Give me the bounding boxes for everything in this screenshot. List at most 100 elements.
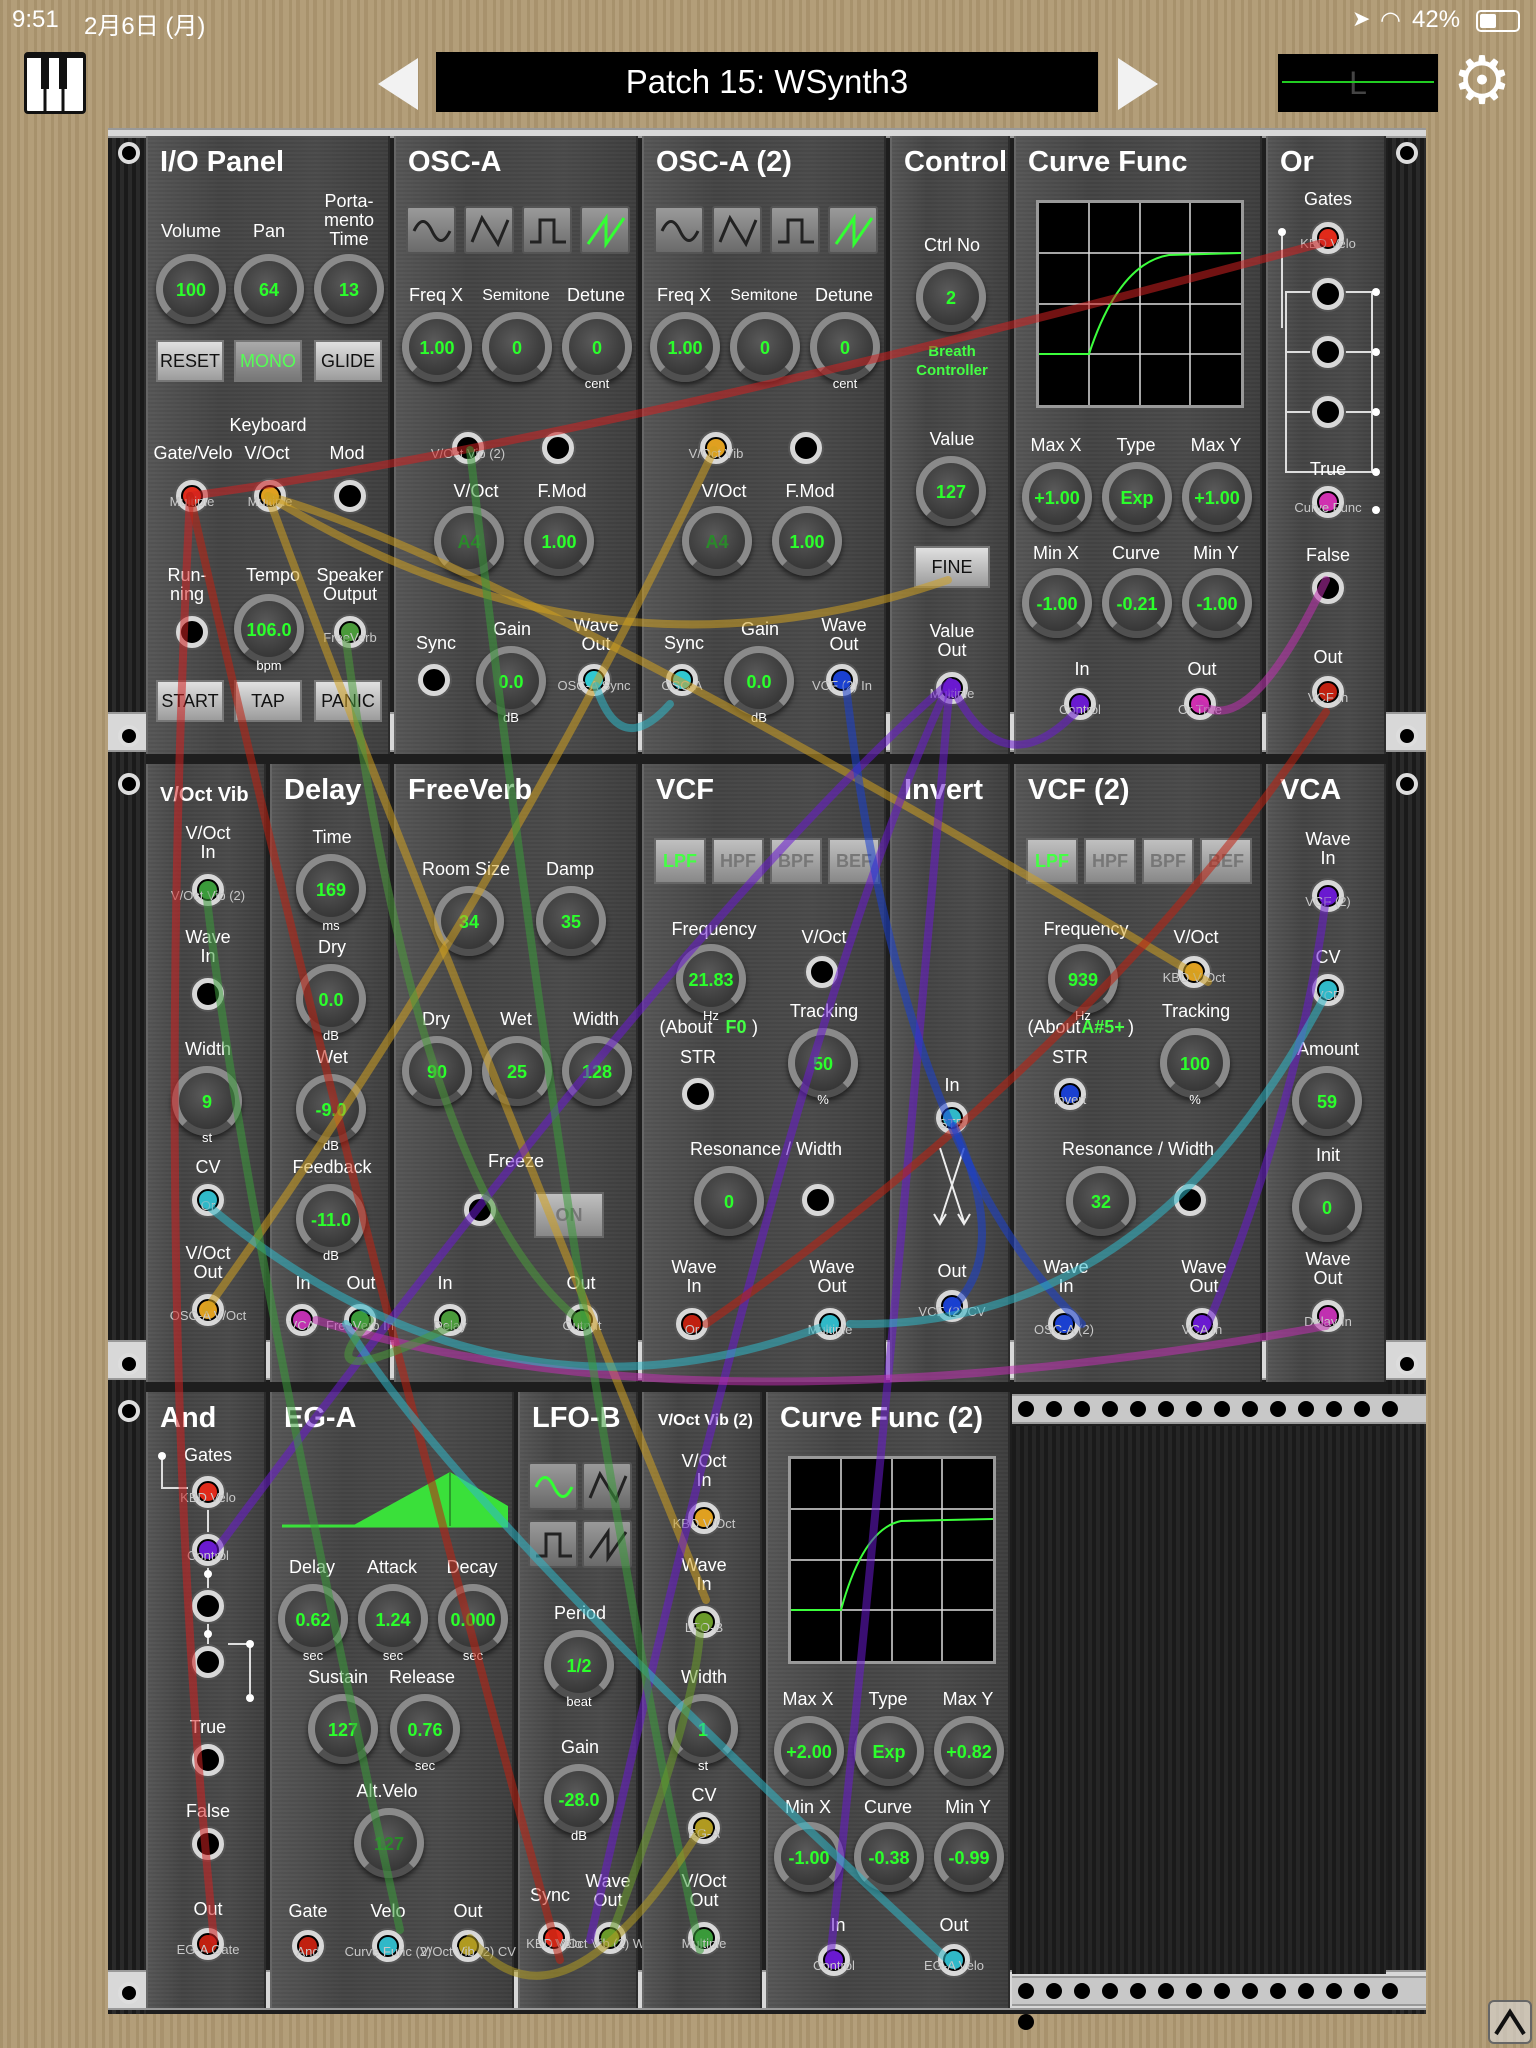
freq-x-knob[interactable]: 1.00 bbox=[402, 312, 472, 382]
width-knob[interactable]: 1st bbox=[668, 1694, 738, 1773]
wave-in-jack[interactable] bbox=[192, 978, 224, 1010]
gear-icon[interactable]: ⚙ bbox=[1452, 47, 1512, 113]
true-jack[interactable] bbox=[192, 1744, 224, 1776]
square-wave-button[interactable] bbox=[522, 206, 572, 254]
gain-knob[interactable]: 0.0 dB bbox=[476, 646, 546, 725]
max-y-knob[interactable]: +0.82 bbox=[934, 1716, 1004, 1786]
square-wave-button[interactable] bbox=[770, 206, 820, 254]
triangle-wave-button[interactable] bbox=[712, 206, 762, 254]
tempo-knob[interactable]: 106.0 bpm bbox=[234, 594, 304, 673]
type-knob[interactable]: Exp bbox=[854, 1716, 924, 1786]
max-x-knob[interactable]: +2.00 bbox=[774, 1716, 844, 1786]
volume-knob[interactable]: 100 bbox=[156, 254, 226, 324]
delay-knob[interactable]: 0.62 sec bbox=[278, 1584, 348, 1663]
tracking-knob[interactable]: 100% bbox=[1160, 1028, 1230, 1107]
ctrl-no-knob[interactable]: 2 bbox=[916, 262, 986, 332]
wet-knob[interactable]: 25 bbox=[482, 1036, 552, 1106]
frequency-knob[interactable]: 21.83 Hz bbox=[676, 944, 746, 1023]
voct-jack[interactable] bbox=[806, 956, 838, 988]
max-y-knob[interactable]: +1.00 bbox=[1182, 462, 1252, 532]
start-button[interactable]: START bbox=[156, 680, 224, 722]
dry-knob[interactable]: 0.0 dB bbox=[296, 964, 366, 1043]
fmod-knob[interactable]: 1.00 bbox=[772, 506, 842, 576]
freq-x-knob[interactable]: 1.00 bbox=[650, 312, 720, 382]
pan-knob[interactable]: 64 bbox=[234, 254, 304, 324]
gain-knob[interactable]: -28.0 dB bbox=[544, 1764, 614, 1843]
resonance-knob[interactable]: 32 bbox=[1066, 1166, 1136, 1236]
saw-wave-button[interactable] bbox=[580, 206, 630, 254]
sustain-knob[interactable]: 127 bbox=[308, 1694, 378, 1764]
sine-wave-button[interactable] bbox=[654, 206, 704, 254]
panic-button[interactable]: PANIC bbox=[314, 680, 382, 722]
tap-button[interactable]: TAP bbox=[234, 680, 302, 722]
semitone-knob[interactable]: 0 bbox=[730, 312, 800, 382]
voct-knob[interactable]: A4 bbox=[434, 506, 504, 576]
running-jack[interactable] bbox=[176, 616, 208, 648]
min-x-knob[interactable]: -1.00 bbox=[1022, 568, 1092, 638]
width-knob[interactable]: 9st bbox=[172, 1066, 242, 1145]
sine-wave-button[interactable] bbox=[406, 206, 456, 254]
square-wave-button[interactable] bbox=[528, 1520, 578, 1568]
type-knob[interactable]: Exp bbox=[1102, 462, 1172, 532]
false-jack[interactable] bbox=[192, 1828, 224, 1860]
sine-wave-button[interactable] bbox=[528, 1462, 578, 1510]
bef-button[interactable]: BEF bbox=[1200, 838, 1252, 884]
lpf-button[interactable]: LPF bbox=[654, 838, 706, 884]
resonance-cv-jack[interactable] bbox=[802, 1184, 834, 1216]
str-jack[interactable] bbox=[682, 1078, 714, 1110]
mono-button[interactable]: MONO bbox=[234, 340, 302, 382]
resonance-cv-jack[interactable] bbox=[1174, 1184, 1206, 1216]
portamento-knob[interactable]: 13 bbox=[314, 254, 384, 324]
min-x-knob[interactable]: -1.00 bbox=[774, 1822, 844, 1892]
freeze-jack[interactable] bbox=[464, 1194, 496, 1226]
hpf-button[interactable]: HPF bbox=[712, 838, 764, 884]
value-knob[interactable]: 127 bbox=[916, 456, 986, 526]
gate-jack-3[interactable] bbox=[192, 1590, 224, 1622]
fmod-knob[interactable]: 1.00 bbox=[524, 506, 594, 576]
saw-wave-button[interactable] bbox=[828, 206, 878, 254]
time-knob[interactable]: 169 ms bbox=[296, 854, 366, 933]
prev-patch-button[interactable] bbox=[378, 58, 418, 110]
fine-button[interactable]: FINE bbox=[914, 546, 990, 588]
attack-knob[interactable]: 1.24 sec bbox=[358, 1584, 428, 1663]
aux-jack[interactable] bbox=[790, 432, 822, 464]
tracking-knob[interactable]: 50% bbox=[788, 1028, 858, 1107]
next-patch-button[interactable] bbox=[1118, 58, 1158, 110]
piano-keyboard-icon[interactable] bbox=[24, 52, 86, 114]
bef-button[interactable]: BEF bbox=[828, 838, 880, 884]
gate-jack-3[interactable] bbox=[1312, 336, 1344, 368]
bpf-button[interactable]: BPF bbox=[770, 838, 822, 884]
aux-jack[interactable] bbox=[542, 432, 574, 464]
init-knob[interactable]: 0 bbox=[1292, 1172, 1362, 1242]
release-knob[interactable]: 0.76 sec bbox=[390, 1694, 460, 1773]
lpf-button[interactable]: LPF bbox=[1026, 838, 1078, 884]
gate-jack-2[interactable] bbox=[1312, 278, 1344, 310]
min-y-knob[interactable]: -0.99 bbox=[934, 1822, 1004, 1892]
max-x-knob[interactable]: +1.00 bbox=[1022, 462, 1092, 532]
scroll-up-button[interactable] bbox=[1488, 2000, 1532, 2044]
curve-knob[interactable]: -0.38 bbox=[854, 1822, 924, 1892]
mod-jack[interactable] bbox=[334, 480, 366, 512]
damp-knob[interactable]: 35 bbox=[536, 886, 606, 956]
detune-knob[interactable]: 0 cent bbox=[562, 312, 632, 391]
alt-velo-knob[interactable]: 127 bbox=[354, 1808, 424, 1878]
semitone-knob[interactable]: 0 bbox=[482, 312, 552, 382]
dry-knob[interactable]: 90 bbox=[402, 1036, 472, 1106]
reset-button[interactable]: RESET bbox=[156, 340, 224, 382]
false-jack[interactable] bbox=[1312, 572, 1344, 604]
voct-knob[interactable]: A4 bbox=[682, 506, 752, 576]
decay-knob[interactable]: 0.000 sec bbox=[438, 1584, 508, 1663]
sync-jack[interactable] bbox=[418, 664, 450, 696]
amount-knob[interactable]: 59 bbox=[1292, 1066, 1362, 1136]
saw-wave-button[interactable] bbox=[582, 1520, 632, 1568]
triangle-wave-button[interactable] bbox=[582, 1462, 632, 1510]
resonance-knob[interactable]: 0 bbox=[694, 1166, 764, 1236]
curve-display[interactable] bbox=[1036, 200, 1244, 408]
room-size-knob[interactable]: 34 bbox=[434, 886, 504, 956]
gain-knob[interactable]: 0.0 dB bbox=[724, 646, 794, 725]
wet-knob[interactable]: -9.0 dB bbox=[296, 1074, 366, 1153]
freeze-on-button[interactable]: ON bbox=[534, 1192, 604, 1238]
gate-jack-4[interactable] bbox=[1312, 396, 1344, 428]
min-y-knob[interactable]: -1.00 bbox=[1182, 568, 1252, 638]
period-knob[interactable]: 1/2 beat bbox=[544, 1630, 614, 1709]
